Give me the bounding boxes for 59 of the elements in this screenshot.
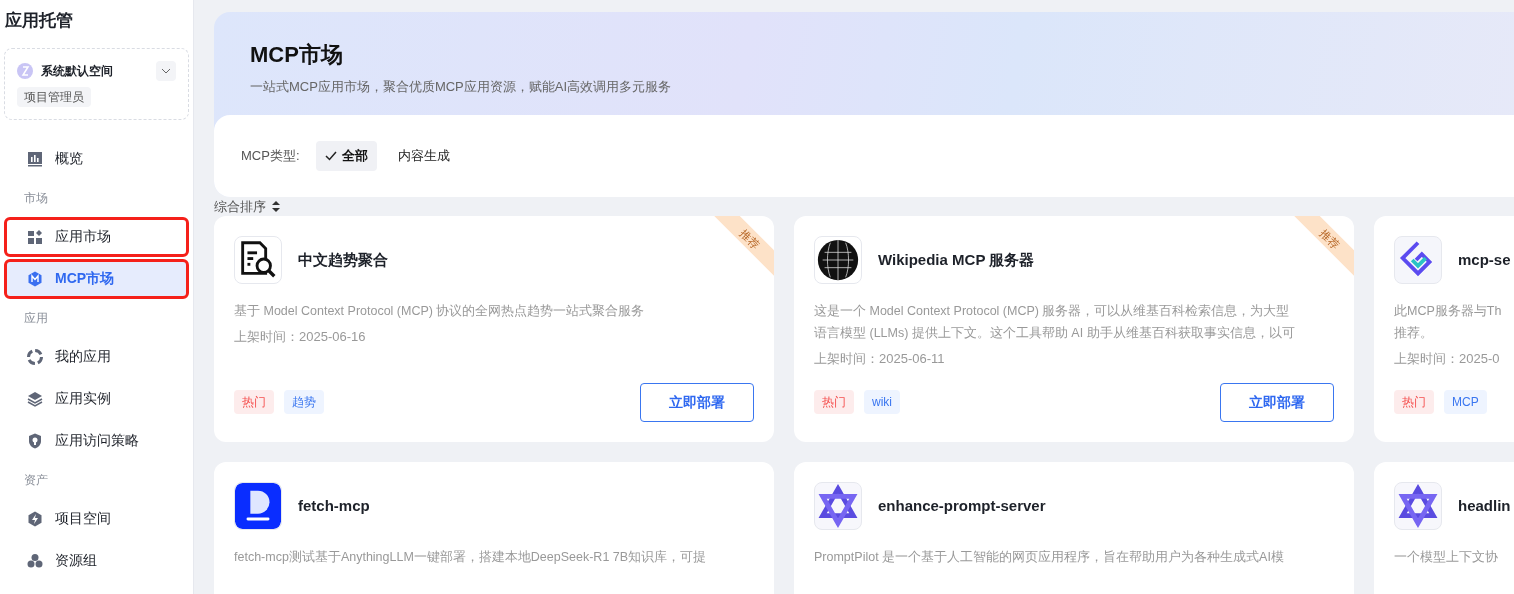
card-title: fetch-mcp bbox=[298, 495, 370, 516]
tag: MCP bbox=[1444, 390, 1487, 414]
layers-icon bbox=[27, 390, 43, 407]
page-title: MCP市场 bbox=[250, 41, 344, 69]
hexagon-m-icon bbox=[27, 270, 43, 287]
dropdown-button[interactable] bbox=[156, 60, 176, 81]
sidebar-title: 应用托管 bbox=[4, 10, 74, 32]
filter-label: MCP类型: bbox=[241, 146, 300, 165]
page-subtitle: 一站式MCP应用市场，聚合优质MCP应用资源，赋能AI高效调用多元服务 bbox=[250, 78, 673, 96]
nav-item[interactable]: 概览 bbox=[4, 138, 189, 179]
role-badge: 项目管理员 bbox=[17, 86, 91, 107]
workspace-card[interactable]: 系统默认空间 项目管理员 bbox=[4, 47, 189, 120]
hexagon-bolt-icon bbox=[27, 510, 43, 527]
workspace-name: 系统默认空间 bbox=[41, 62, 114, 80]
tag: 热门 bbox=[1394, 390, 1434, 414]
card-title: enhance-prompt-server bbox=[878, 495, 1046, 516]
nav-item[interactable]: 资源组 bbox=[4, 540, 189, 581]
card-title: Wikipedia MCP 服务器 bbox=[878, 249, 1035, 270]
nav-section-heading: 市场 bbox=[23, 189, 49, 207]
bar-chart-icon bbox=[27, 150, 43, 167]
deploy-button[interactable]: 立即部署 bbox=[640, 383, 754, 422]
globe-logo bbox=[814, 236, 862, 284]
maze-logo bbox=[1394, 236, 1442, 284]
card-title: 中文趋势聚合 bbox=[298, 249, 388, 270]
nav-item[interactable]: 应用市场 bbox=[4, 216, 189, 257]
sort-button[interactable]: 综合排序 bbox=[214, 196, 280, 216]
card-description: 此MCP服务器与Th 推荐。 bbox=[1394, 303, 1502, 342]
tag: wiki bbox=[864, 390, 900, 414]
nav-item[interactable]: 我的应用 bbox=[4, 336, 189, 377]
nav-item[interactable]: MCP市场 bbox=[4, 258, 189, 299]
document-search-logo bbox=[234, 236, 282, 284]
hexagram-logo bbox=[814, 482, 862, 530]
workspace-icon bbox=[17, 62, 33, 79]
card-date: 上架时间：2025-06-11 bbox=[814, 350, 946, 368]
card-date: 上架时间：2025-0 bbox=[1394, 350, 1501, 368]
card-title: mcp-se bbox=[1458, 249, 1511, 270]
tag: 趋势 bbox=[284, 390, 324, 414]
nav-item[interactable]: 项目空间 bbox=[4, 498, 189, 539]
hexagram-logo bbox=[1394, 482, 1442, 530]
chevron-down-icon bbox=[161, 67, 171, 74]
aperture-icon bbox=[27, 348, 43, 365]
filter-option[interactable]: 内容生成 bbox=[388, 140, 459, 171]
deploy-button[interactable]: 立即部署 bbox=[1220, 383, 1334, 422]
nav-item[interactable]: 应用访问策略 bbox=[4, 420, 189, 461]
nav-section-heading: 应用 bbox=[23, 309, 49, 327]
card-date: 上架时间：2025-06-16 bbox=[234, 328, 367, 346]
card-title: headlin bbox=[1458, 495, 1511, 516]
filter-option[interactable]: 全部 bbox=[315, 140, 377, 171]
tag: 热门 bbox=[814, 390, 854, 414]
check-icon bbox=[324, 150, 337, 161]
card-description: fetch-mcp测试基于AnythingLLM一键部署，搭建本地DeepSeek-R1 7B知识库，可提 bbox=[234, 549, 707, 566]
nav-section-heading: 资产 bbox=[23, 471, 49, 489]
sort-icon bbox=[272, 200, 280, 212]
grid-icon bbox=[27, 228, 43, 245]
dify-logo bbox=[234, 482, 282, 530]
shield-icon bbox=[27, 432, 43, 449]
tag: 热门 bbox=[234, 390, 274, 414]
nav-item[interactable]: 应用实例 bbox=[4, 378, 189, 419]
cubes-icon bbox=[27, 552, 43, 569]
